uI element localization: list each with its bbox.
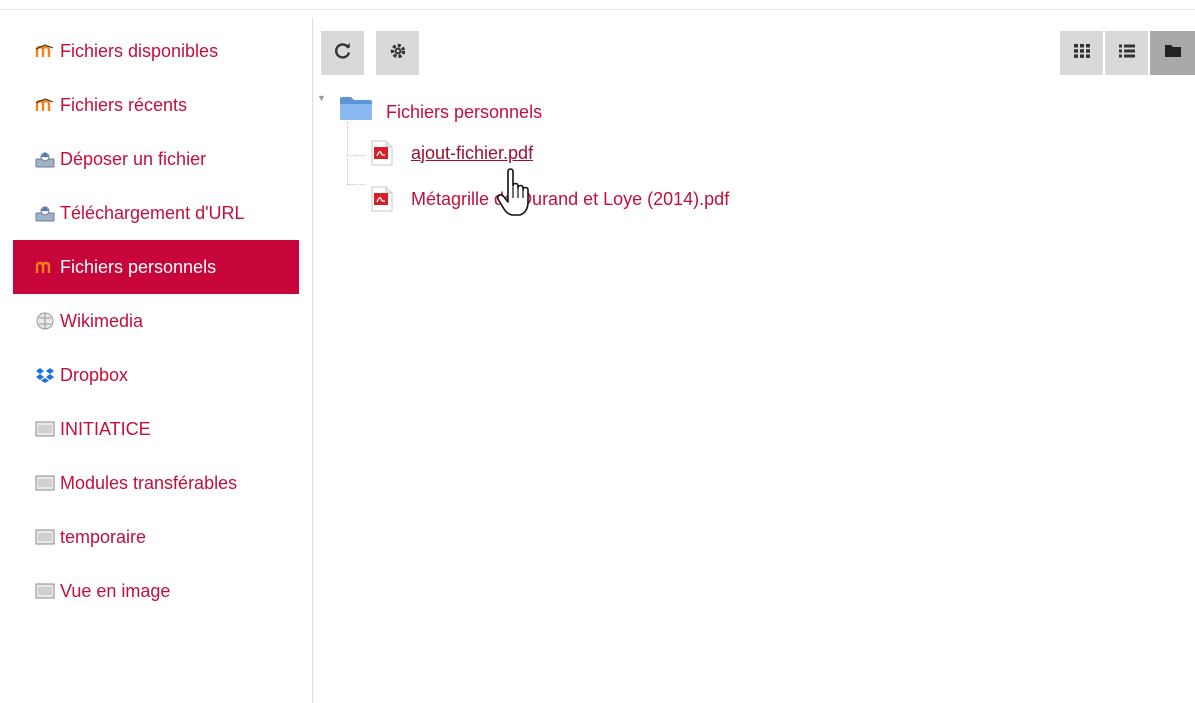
sidebar-item-fichiers-personnels[interactable]: Fichiers personnels (13, 240, 299, 294)
tree-toggle-icon[interactable]: ▼ (317, 93, 326, 103)
settings-button[interactable] (376, 31, 419, 75)
file-toolbar (321, 31, 1195, 75)
upload-icon (35, 149, 55, 169)
repository-icon (35, 473, 55, 493)
grid-view-button[interactable] (1060, 31, 1103, 75)
list-view-icon (1118, 43, 1136, 64)
repository-icon (35, 419, 55, 439)
folder-view-button[interactable] (1150, 31, 1195, 75)
file-link[interactable]: Métagrille de Durand et Loye (2014).pdf (411, 189, 729, 210)
repository-icon (35, 581, 55, 601)
sidebar-item-fichiers-recents[interactable]: Fichiers récents (13, 78, 299, 132)
tree-connector (347, 184, 365, 185)
sidebar-item-label: Vue en image (60, 581, 171, 601)
sidebar-item-label: Fichiers personnels (60, 257, 217, 277)
sidebar-item-label: Wikimedia (60, 311, 144, 331)
tree-connector (347, 122, 348, 184)
sidebar-item-label: Déposer un fichier (60, 149, 207, 169)
repository-sidebar: Fichiers disponibles Fichiers récents Dé… (13, 24, 299, 618)
list-view-button[interactable] (1105, 31, 1148, 75)
refresh-button[interactable] (321, 31, 364, 75)
folder-view-icon (1164, 43, 1182, 63)
grid-view-icon (1073, 43, 1091, 64)
sidebar-item-label: temporaire (60, 527, 147, 547)
sidebar-item-fichiers-disponibles[interactable]: Fichiers disponibles (13, 24, 299, 78)
panel-divider (312, 18, 313, 703)
sidebar-item-temporaire[interactable]: temporaire (13, 510, 299, 564)
sidebar-item-label: Modules transférables (60, 473, 238, 493)
tree-file-ajout-fichier[interactable]: ajout-fichier.pdf (371, 140, 533, 166)
sidebar-item-wikimedia[interactable]: Wikimedia (13, 294, 299, 348)
sidebar-item-deposer-fichier[interactable]: Déposer un fichier (13, 132, 299, 186)
sidebar-item-label: INITIATICE (60, 419, 151, 439)
pdf-icon (371, 186, 393, 212)
dropbox-icon (35, 365, 55, 385)
wikimedia-globe-icon (35, 311, 55, 331)
sidebar-item-label: Fichiers récents (60, 95, 188, 115)
sidebar-item-vue-en-image[interactable]: Vue en image (13, 564, 299, 618)
sidebar-item-telechargement-url[interactable]: Téléchargement d'URL (13, 186, 299, 240)
repository-icon (35, 527, 55, 547)
file-link[interactable]: ajout-fichier.pdf (411, 143, 533, 164)
tree-file-metagrille[interactable]: Métagrille de Durand et Loye (2014).pdf (371, 186, 729, 212)
sidebar-item-initiatice[interactable]: INITIATICE (13, 402, 299, 456)
tree-folder-label: Fichiers personnels (386, 102, 543, 122)
sidebar-item-label: Dropbox (60, 365, 129, 385)
sidebar-item-modules-transferables[interactable]: Modules transférables (13, 456, 299, 510)
sidebar-item-dropbox[interactable]: Dropbox (13, 348, 299, 402)
file-tree: ▼ Fichiers personnels ajout-fichier.pdf … (315, 88, 1185, 288)
tree-folder-fichiers-personnels[interactable]: Fichiers personnels (339, 92, 542, 123)
moodle-logo-icon (35, 95, 55, 115)
sidebar-item-label: Téléchargement d'URL (60, 203, 245, 223)
pdf-icon (371, 140, 393, 166)
sidebar-item-label: Fichiers disponibles (60, 41, 219, 61)
tree-connector (347, 155, 365, 156)
moodle-logo-icon (35, 41, 55, 61)
moodle-logo-icon (35, 257, 55, 277)
url-download-icon (35, 203, 55, 223)
top-divider (0, 9, 1195, 10)
folder-icon (339, 95, 373, 121)
gear-icon (389, 42, 407, 65)
refresh-icon (333, 41, 353, 66)
